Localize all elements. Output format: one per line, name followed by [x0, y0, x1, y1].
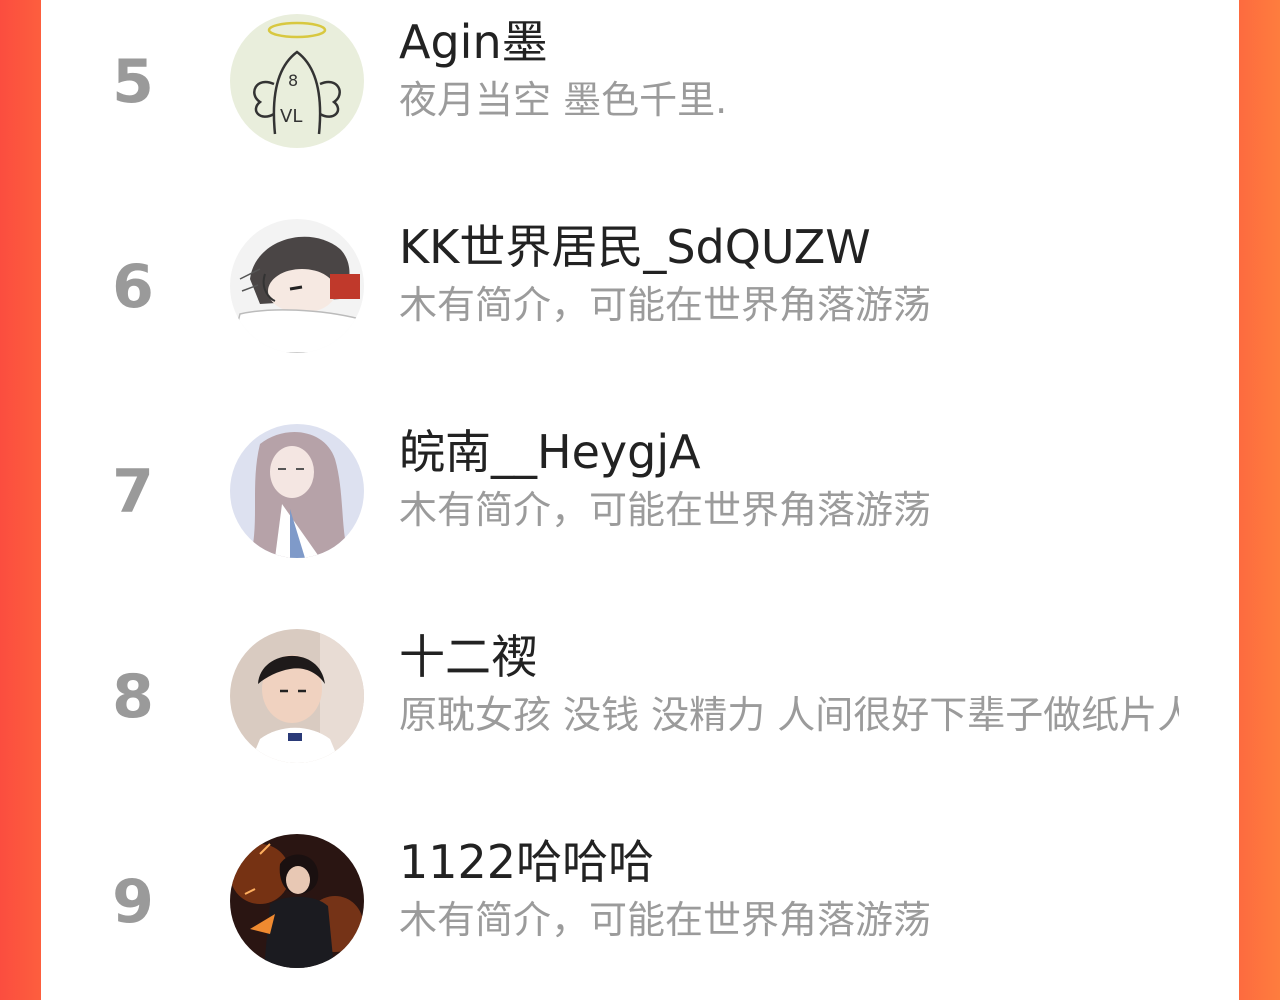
angel-sketch-avatar[interactable]: 8 VL [230, 14, 364, 148]
user-bio: 夜月当空 墨色千里. [399, 78, 728, 122]
user-name[interactable]: 十二禊 [399, 627, 537, 687]
dark-warrior-avatar[interactable] [230, 834, 364, 968]
photo-person-avatar[interactable] [230, 629, 364, 763]
anime-girl-avatar[interactable] [230, 424, 364, 558]
sleeping-girl-avatar[interactable] [230, 219, 364, 353]
list-item[interactable]: 7 皖南__HeygjA 木有简介，可能在世界角落游荡 [41, 422, 1239, 572]
svg-text:VL: VL [280, 106, 302, 127]
rank-number: 9 [112, 867, 154, 937]
svg-text:8: 8 [288, 71, 298, 90]
list-item[interactable]: 8 十二禊 原耽女孩 没钱 没精力 人间很好下辈子做纸片人 [41, 627, 1239, 777]
user-name[interactable]: 1122哈哈哈 [399, 832, 654, 892]
rank-number: 7 [112, 457, 154, 527]
user-name[interactable]: KK世界居民_SdQUZW [399, 217, 871, 277]
list-item[interactable]: 5 8 VL Agin墨 夜月当空 墨色千里. [41, 12, 1239, 162]
ranking-list-panel: 5 8 VL Agin墨 夜月当空 墨色千里. 6 KK世界居民_SdQUZW … [41, 0, 1239, 1000]
user-bio: 木有简介，可能在世界角落游荡 [399, 488, 932, 532]
list-item[interactable]: 6 KK世界居民_SdQUZW 木有简介，可能在世界角落游荡 [41, 217, 1239, 367]
rank-number: 5 [112, 47, 154, 117]
user-name[interactable]: Agin墨 [399, 12, 548, 72]
rank-number: 6 [112, 252, 154, 322]
rank-number: 8 [112, 662, 154, 732]
user-bio: 木有简介，可能在世界角落游荡 [399, 283, 932, 327]
list-item[interactable]: 9 1122哈哈哈 木有简介，可能在世界角落游荡 [41, 832, 1239, 982]
user-bio: 木有简介，可能在世界角落游荡 [399, 898, 932, 942]
user-bio: 原耽女孩 没钱 没精力 人间很好下辈子做纸片人 [399, 693, 1179, 737]
user-name[interactable]: 皖南__HeygjA [399, 422, 701, 482]
